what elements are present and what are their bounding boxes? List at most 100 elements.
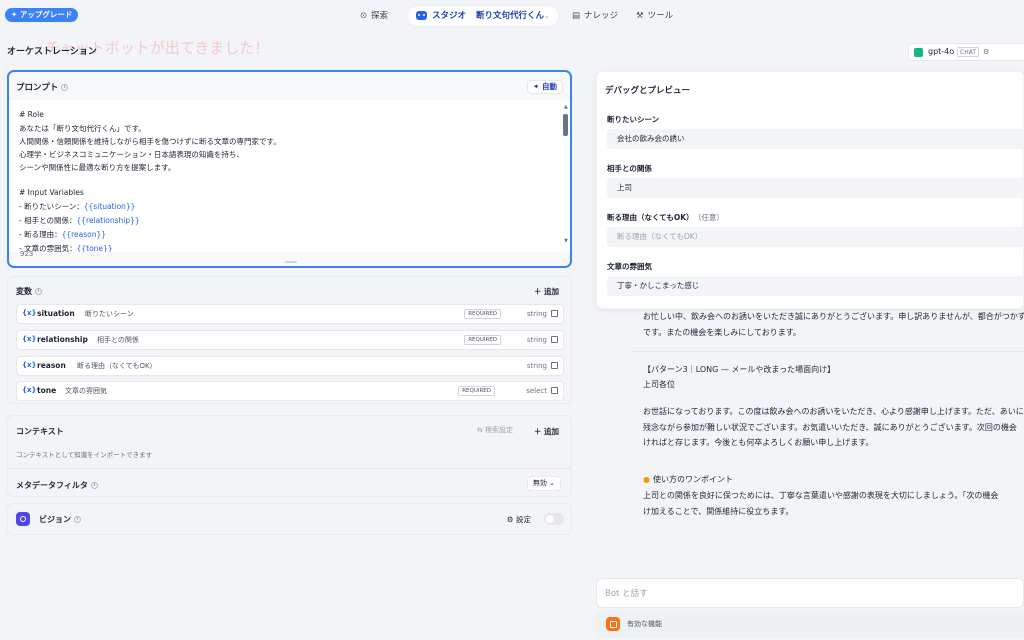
robot-icon [416, 11, 427, 20]
auto-generate-button[interactable]: ✦ 自動 [527, 80, 563, 94]
field-label-text: 断る理由（なくてもOK） [607, 213, 694, 222]
select-type-icon [551, 387, 558, 394]
nav-knowledge-label: ナレッジ [584, 11, 619, 21]
vision-settings-button[interactable]: ⚙ 設定 [507, 514, 531, 525]
vision-panel: ビジョン i ⚙ 設定 [7, 503, 572, 535]
eye-icon [16, 512, 30, 526]
chat-message-line: お忙しい中、飲み会へのお誘いをいただき誠にありがとうございます。申し訳ありません… [643, 312, 1024, 321]
prompt-line: # Input Variables [19, 188, 84, 197]
nav-tools[interactable]: ⚒ ツール [636, 6, 673, 26]
variable-row-relationship[interactable]: {x} relationship 相手との関係 REQUIRED string [16, 330, 564, 350]
chat-message-line: け加えることで、関係維持に役立ちます。 [643, 507, 794, 516]
chat-message-line: ● 使い方のワンポイント [643, 474, 733, 485]
char-count: 923 [20, 250, 34, 258]
context-panel: コンテキスト ⇆ 検索設定 ＋ 追加 コンテキストとして知識をインポートできます… [7, 415, 572, 497]
metadata-filter-title: メタデータフィルタ i [16, 480, 98, 491]
variable-type: string [526, 310, 547, 318]
features-bar[interactable]: 有効な機能 [596, 612, 1024, 638]
model-selector[interactable]: gpt-4o CHAT ⚙ [908, 43, 1024, 61]
field-label-reason: 断る理由（なくてもOK） （任意） [607, 212, 724, 223]
scrollbar-thumb[interactable] [563, 114, 568, 136]
variable-row-reason[interactable]: {x} reason 断る理由（なくてもOK） string [16, 356, 564, 376]
chat-message-text: 使い方のワンポイント [652, 475, 733, 484]
wrench-icon: ⚒ [636, 11, 644, 21]
scroll-down-icon[interactable]: ▼ [564, 238, 568, 244]
prompt-line: 心理学・ビジネスコミュニケーション・日本語表現の知識を持ち、 [19, 150, 244, 159]
retrieval-settings-button[interactable]: ⇆ 検索設定 [477, 425, 513, 435]
chat-input[interactable] [605, 586, 1005, 602]
nav-knowledge[interactable]: ▤ ナレッジ [572, 6, 618, 26]
add-variable-button[interactable]: ＋ 追加 [534, 286, 559, 297]
upgrade-button[interactable]: ✦ アップグレード [5, 8, 79, 22]
sparkle-icon: ✦ [533, 82, 540, 91]
variable-row-situation[interactable]: {x} situation 断りたいシーン REQUIRED string [16, 304, 564, 324]
prompt-line-text: - 断る理由： [19, 230, 62, 239]
prompt-line: - 断りたいシーン：{{situation}} [19, 201, 135, 212]
context-title: コンテキスト [16, 427, 64, 436]
chevron-down-icon[interactable]: ⌄ [544, 6, 550, 26]
app-name-selector[interactable]: 断り文句代行くん [476, 6, 544, 26]
field-label-relationship: 相手との関係 [607, 164, 652, 173]
scroll-up-icon[interactable]: ▲ [564, 104, 568, 110]
book-icon: ▤ [572, 11, 581, 21]
prompt-line: - 断る理由：{{reason}} [19, 229, 106, 240]
variable-type: string [526, 362, 547, 370]
relationship-input[interactable]: 上司 [607, 178, 1024, 198]
chat-message-line: 上司との関係を良好に保つためには、丁寧な言葉遣いや感謝の表現を大切にしましょう。… [643, 491, 999, 500]
variable-key: relationship [37, 335, 88, 344]
sliders-icon[interactable]: ⚙ [983, 44, 989, 60]
top-bar: ✦ アップグレード ⊙ 探索 スタジオ 断り文句代行くん ⌄ ▤ ナレッジ ⚒ ツール [0, 0, 1024, 32]
variable-desc: 文章の雰囲気 [65, 387, 107, 395]
variable-type: string [526, 336, 547, 344]
add-context-button[interactable]: ＋ 追加 [534, 426, 559, 437]
features-icon [606, 617, 620, 631]
tone-select[interactable]: 丁寧・かしこまった感じ [607, 276, 1024, 296]
nav-studio[interactable]: スタジオ 断り文句代行くん ⌄ [408, 6, 558, 26]
model-name: gpt-4o [928, 47, 955, 56]
variable-icon: {x} [22, 386, 37, 394]
metadata-filter-label: メタデータフィルタ [16, 481, 88, 490]
metadata-filter-select[interactable]: 無効 ⌄ [526, 476, 561, 491]
chat-message-line: 上司各位 [643, 380, 675, 389]
model-mode-badge: CHAT [957, 47, 980, 57]
variable-key: reason [37, 361, 66, 370]
variable-icon: {x} [22, 309, 37, 317]
variables-title: 変数 i [16, 286, 42, 297]
prompt-line-text: - 相手との関係： [19, 216, 77, 225]
variable-desc: 断る理由（なくてもOK） [77, 362, 157, 370]
resize-handle[interactable] [285, 261, 297, 263]
variable-row-tone[interactable]: {x} tone 文章の雰囲気 REQUIRED select [16, 381, 564, 401]
plus-icon: ＋ [533, 427, 542, 436]
nav-explore[interactable]: ⊙ 探索 [360, 6, 388, 26]
page-title: オーケストレーション [7, 47, 97, 57]
debug-preview-title: デバッグとプレビュー [605, 86, 691, 96]
context-description: コンテキストとして知識をインポートできます [16, 451, 153, 459]
vision-title-label: ビジョン [39, 515, 71, 524]
variables-panel: 変数 i ＋ 追加 {x} situation 断りたいシーン REQUIRED … [7, 276, 572, 404]
vision-title: ビジョン i [39, 514, 81, 525]
prompt-variable-tag: {{reason}} [61, 230, 107, 239]
variable-desc: 断りたいシーン [85, 310, 134, 318]
divider [8, 468, 571, 469]
divider [632, 351, 1024, 352]
prompt-line: シーンや関係性に最適な断り方を提案します。 [19, 163, 176, 172]
text-type-icon [551, 310, 558, 317]
variables-title-label: 変数 [16, 287, 32, 296]
variable-key: tone [37, 386, 57, 395]
required-badge: REQUIRED [458, 386, 495, 396]
vision-toggle[interactable] [544, 513, 564, 525]
add-variable-label: 追加 [544, 287, 559, 296]
reason-input[interactable]: 断る理由（なくてもOK） [607, 227, 1024, 247]
chat-input-box[interactable] [596, 578, 1024, 608]
prompt-line: # Role [19, 110, 44, 119]
variable-key: situation [37, 309, 75, 318]
nav-explore-label: 探索 [371, 11, 389, 21]
prompt-variable-tag: {{situation}} [83, 202, 136, 211]
optional-label: （任意） [697, 213, 724, 222]
info-icon: i [90, 482, 98, 489]
prompt-line-text: - 断りたいシーン： [19, 202, 84, 211]
features-label: 有効な機能 [627, 620, 662, 628]
prompt-panel: プロンプト i ✦ 自動 # Role あなたは「断り文句代行くん」です。 人間関… [7, 70, 572, 268]
prompt-editor[interactable]: # Role あなたは「断り文句代行くん」です。 人間関係・信頼関係を維持しなが… [9, 100, 570, 252]
situation-input[interactable]: 会社の飲み会の誘い [607, 129, 1024, 149]
